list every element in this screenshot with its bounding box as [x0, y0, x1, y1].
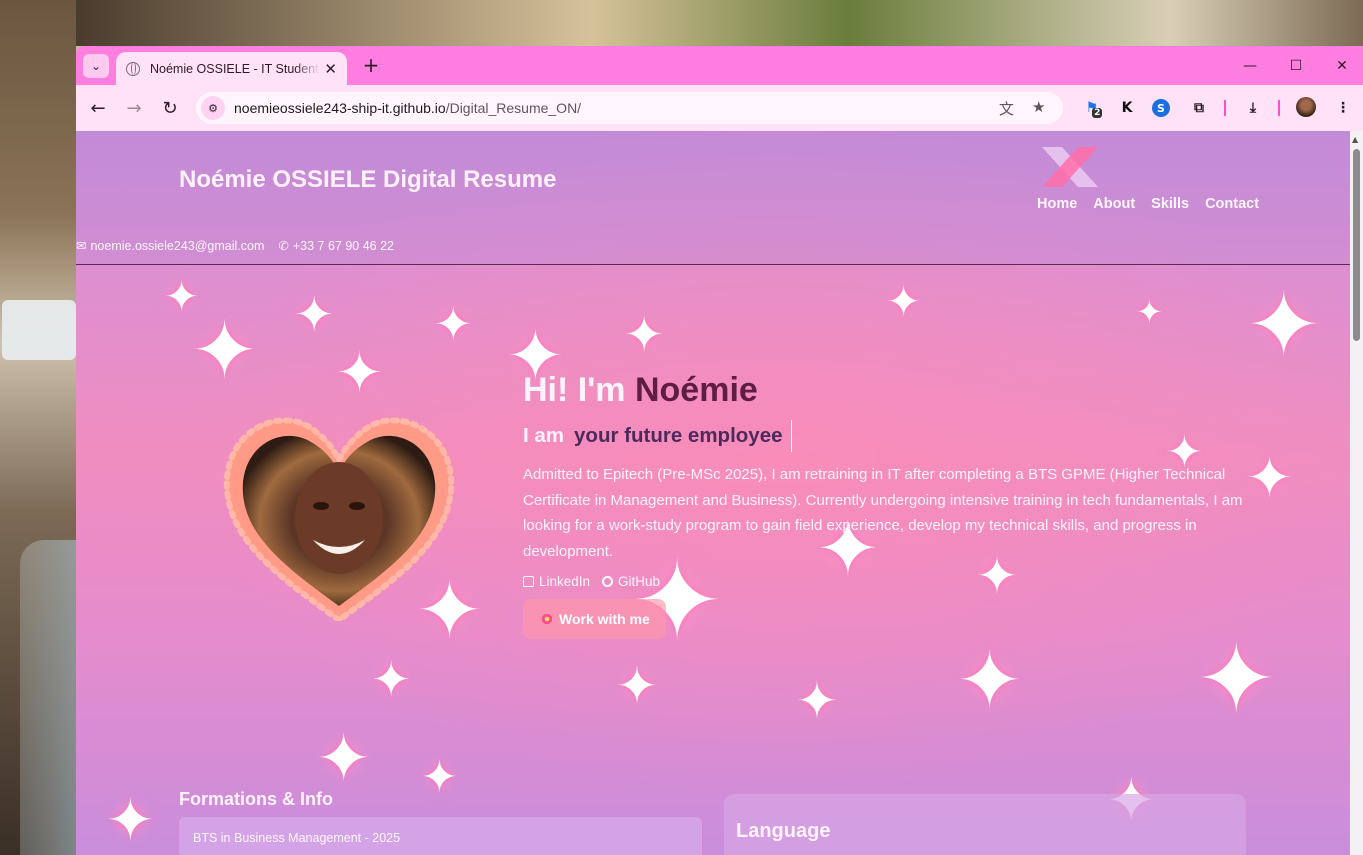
formations-title: Formations & Info [179, 789, 333, 809]
shazam-extension-icon[interactable]: S [1152, 99, 1170, 117]
email-contact[interactable]: ✉ noemie.ossiele243@gmail.com [76, 238, 265, 254]
sparkle-decoration: ✦ [164, 272, 200, 321]
sparkle-decoration: ✦ [336, 341, 383, 406]
sparkle-decoration: ✦ [371, 652, 412, 708]
toolbar-divider [1278, 100, 1280, 116]
sparkle-decoration: ✦ [956, 634, 1024, 727]
x-logo-icon [1042, 147, 1098, 187]
new-tab-button[interactable]: + [359, 54, 383, 76]
site-header: Noémie OSSIELE Digital Resume Home About… [76, 131, 1350, 265]
desktop-background-glass [20, 540, 76, 855]
typed-role: your future employee [574, 424, 783, 447]
sparkle-decoration: ✦ [624, 307, 665, 363]
sparkle-decoration: ✦ [434, 297, 473, 351]
site-brand[interactable]: Noémie OSSIELE Digital Resume [179, 166, 556, 194]
nav-about[interactable]: About [1093, 196, 1135, 212]
hero-tagline: I am your future employee [523, 420, 1253, 452]
linkedin-icon [523, 576, 534, 587]
chevron-down-icon: ⌄ [90, 59, 102, 73]
close-tab-icon[interactable]: ✕ [324, 60, 337, 78]
formation-item: BTS in Business Management - 2025 [193, 831, 401, 845]
hero-greeting: Hi! I'm Noémie [523, 371, 758, 409]
sparkle-decoration: ✦ [616, 657, 658, 715]
k-extension-icon[interactable]: K [1116, 97, 1138, 119]
page-scrollbar[interactable]: ▲ [1350, 131, 1363, 855]
toolbar-divider [1224, 100, 1226, 116]
nav-home[interactable]: Home [1037, 196, 1077, 212]
hero-text: Hi! I'm Noémie I am your future employee… [523, 371, 1253, 639]
sparkle-decoration: ✦ [1246, 273, 1322, 378]
browser-toolbar: ← → ↻ ⚙ noemieossiele243-ship-it.github.… [76, 85, 1363, 131]
profile-avatar[interactable] [1296, 97, 1316, 117]
address-bar[interactable]: ⚙ noemieossiele243-ship-it.github.io/Dig… [196, 92, 1063, 124]
forward-button[interactable]: → [122, 96, 146, 120]
reload-button[interactable]: ↻ [158, 96, 182, 120]
phone-text: +33 7 67 90 46 22 [292, 238, 394, 253]
back-button[interactable]: ← [86, 96, 110, 120]
desktop-background-object [2, 300, 76, 360]
nav-contact[interactable]: Contact [1205, 196, 1259, 212]
web-page: ✦ ✦ ✦ ✦ ✦ ✦ ✦ ✦ ✦ ✦ ✦ ✦ ✦ ✦ ✦ ✦ ✦ ✦ ✦ ✦ … [76, 131, 1350, 855]
github-icon [602, 576, 614, 587]
github-link[interactable]: GitHub [602, 574, 660, 589]
sparkle-decoration: ✦ [421, 752, 458, 803]
profile-photo-heart [223, 417, 455, 621]
sparkle-decoration: ✦ [294, 287, 335, 343]
phone-icon: ✆ [278, 239, 289, 253]
desktop-background-top [76, 0, 1363, 46]
download-icon[interactable]: ⤓ [1242, 97, 1264, 119]
sparkle-decoration: ✦ [106, 786, 155, 854]
tab-title: Noémie OSSIELE - IT Student Resume [150, 61, 320, 76]
language-title: Language [736, 820, 831, 842]
typing-caret [790, 420, 792, 452]
browser-window: ⌄ Noémie OSSIELE - IT Student Resume ✕ +… [76, 46, 1363, 855]
close-window-button[interactable]: ✕ [1319, 46, 1363, 85]
sparkle-decoration: ✦ [886, 277, 922, 326]
main-nav: Home About Skills Contact [1037, 196, 1259, 212]
tab-strip: ⌄ Noémie OSSIELE - IT Student Resume ✕ +… [76, 46, 1363, 85]
globe-icon [126, 61, 140, 76]
phone-contact[interactable]: ✆ +33 7 67 90 46 22 [278, 238, 394, 254]
social-links: LinkedIn GitHub [523, 574, 1253, 589]
scroll-up-arrow-icon[interactable]: ▲ [1352, 135, 1358, 144]
sparkle-decoration: ✦ [191, 304, 259, 397]
sparkle-decoration: ✦ [1246, 446, 1293, 511]
email-text: noemie.ossiele243@gmail.com [90, 238, 265, 253]
hero-name: Noémie [634, 371, 758, 409]
translate-icon[interactable]: 文 [999, 98, 1014, 119]
language-card: Language [724, 794, 1246, 855]
mail-icon: ✉ [76, 239, 87, 253]
extensions-puzzle-icon[interactable]: ⧉ [1188, 97, 1210, 119]
hero-bio: Admitted to Epitech (Pre-MSc 2025), I am… [523, 466, 1243, 560]
bookmark-star-icon[interactable]: ★ [1032, 98, 1045, 116]
maximize-button[interactable]: ☐ [1273, 46, 1319, 85]
flower-icon [541, 613, 553, 625]
nav-skills[interactable]: Skills [1151, 196, 1189, 212]
minimize-button[interactable]: — [1227, 46, 1273, 85]
sparkle-decoration: ✦ [1196, 623, 1277, 735]
site-info-icon[interactable]: ⚙ [201, 96, 225, 120]
sparkle-decoration: ✦ [316, 720, 372, 797]
sparkle-decoration: ✦ [1136, 293, 1163, 331]
work-with-me-button[interactable]: Work with me [523, 599, 666, 639]
menu-kebab-icon[interactable]: ⋮ [1332, 97, 1354, 119]
extension-icon[interactable]: ⚑2 [1083, 97, 1105, 119]
formations-card: BTS in Business Management - 2025 [179, 817, 702, 855]
tab-active[interactable]: Noémie OSSIELE - IT Student Resume ✕ [116, 52, 347, 85]
sparkle-decoration: ✦ [796, 672, 838, 730]
scroll-thumb[interactable] [1353, 149, 1360, 341]
contact-bar: ✉ noemie.ossiele243@gmail.com ✆ +33 7 67… [76, 238, 394, 254]
url-text: noemieossiele243-ship-it.github.io/Digit… [234, 100, 582, 116]
tab-search-button[interactable]: ⌄ [83, 54, 109, 78]
linkedin-link[interactable]: LinkedIn [523, 574, 590, 589]
